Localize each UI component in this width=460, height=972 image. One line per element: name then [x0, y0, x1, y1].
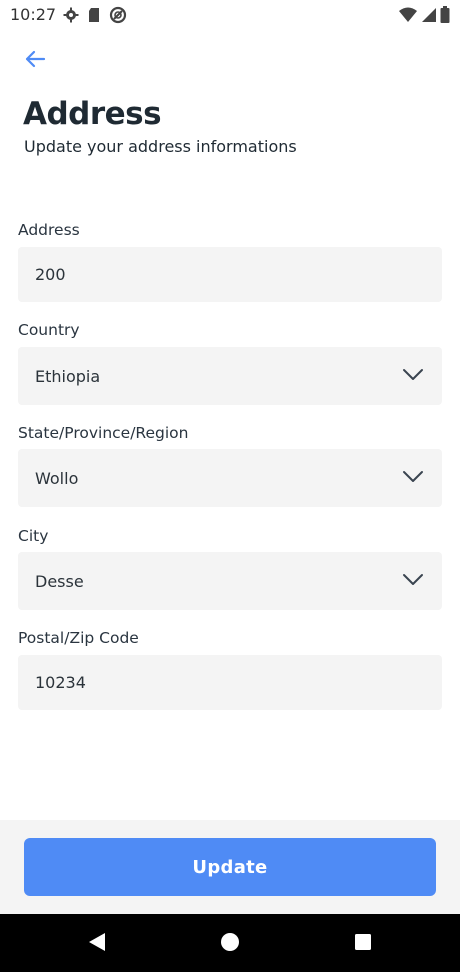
recents-square-icon	[354, 933, 372, 955]
city-value: Desse	[35, 571, 84, 591]
status-right-icons	[399, 6, 450, 27]
nav-recents-button[interactable]	[352, 933, 374, 955]
address-label: Address	[18, 221, 80, 239]
back-triangle-icon	[88, 932, 106, 956]
country-value: Ethiopia	[35, 366, 101, 386]
city-select[interactable]: Desse	[18, 552, 442, 610]
status-time: 10:27	[10, 5, 57, 24]
country-label: Country	[18, 321, 80, 339]
nav-back-button[interactable]	[86, 933, 108, 955]
postal-label: Postal/Zip Code	[18, 629, 139, 647]
page-subtitle: Update your address informations	[24, 137, 297, 156]
home-circle-icon	[220, 932, 240, 956]
wifi-icon	[399, 7, 417, 27]
sd-card-icon	[87, 7, 101, 27]
data-saver-icon	[109, 6, 127, 28]
address-field[interactable]: 200	[18, 247, 442, 302]
country-select[interactable]: Ethiopia	[18, 347, 442, 405]
nav-bar	[0, 914, 460, 972]
status-bar: 10:27	[0, 0, 460, 30]
settings-icon	[63, 7, 79, 27]
nav-home-button[interactable]	[219, 933, 241, 955]
cell-signal-icon	[421, 7, 436, 27]
state-select[interactable]: Wollo	[18, 449, 442, 507]
status-left-icons	[63, 6, 127, 28]
chevron-down-icon	[402, 469, 424, 488]
state-value: Wollo	[35, 468, 79, 488]
state-label: State/Province/Region	[18, 424, 189, 442]
city-label: City	[18, 527, 49, 545]
chevron-down-icon	[402, 572, 424, 591]
postal-value: 10234	[35, 673, 86, 692]
page-title: Address	[23, 96, 162, 132]
address-value: 200	[35, 265, 66, 284]
chevron-down-icon	[402, 367, 424, 386]
battery-icon	[440, 6, 450, 27]
back-button[interactable]	[20, 46, 50, 76]
postal-field[interactable]: 10234	[18, 655, 442, 710]
update-button[interactable]: Update	[24, 838, 436, 896]
arrow-left-icon	[24, 50, 46, 72]
